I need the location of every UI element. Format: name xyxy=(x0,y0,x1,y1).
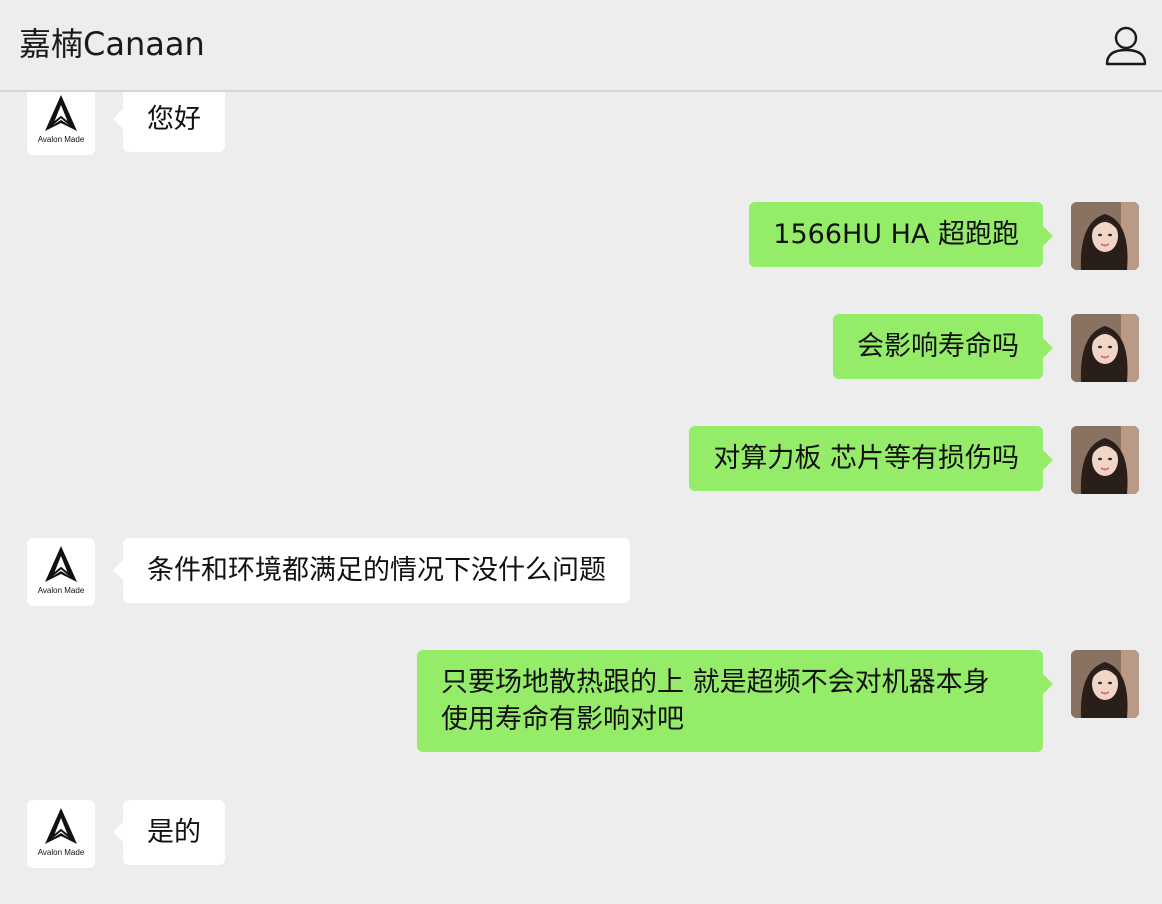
user-photo xyxy=(1071,650,1139,718)
message-line: 只要场地散热跟的上 就是超频不会对机器本身 xyxy=(441,667,990,698)
message-bubble-received[interactable]: 是的 xyxy=(113,800,225,865)
message-line: 使用寿命有影响对吧 xyxy=(441,704,684,735)
user-photo xyxy=(1071,314,1139,382)
user-photo xyxy=(1071,202,1139,270)
message-bubble-received[interactable]: 您好 xyxy=(113,92,225,152)
avatar-logo-text: Avalon Made xyxy=(37,848,85,857)
user-avatar[interactable] xyxy=(1071,202,1139,270)
message-bubble-sent[interactable]: 对算力板 芯片等有损伤吗 xyxy=(689,426,1053,491)
user-avatar[interactable] xyxy=(1071,314,1139,382)
avatar-logo-text: Avalon Made xyxy=(37,135,85,144)
message-bubble-sent[interactable]: 只要场地散热跟的上 就是超频不会对机器本身 使用寿命有影响对吧 xyxy=(417,650,1053,752)
contact-avatar[interactable]: Avalon Made xyxy=(27,538,95,606)
user-avatar[interactable] xyxy=(1071,650,1139,718)
person-outline-icon[interactable] xyxy=(1104,24,1148,68)
user-avatar[interactable] xyxy=(1071,426,1139,494)
user-photo xyxy=(1071,426,1139,494)
avalon-logo-icon xyxy=(45,95,77,131)
message-list[interactable]: Avalon Made 您好 1566HU HA 超跑跑 会影响寿命吗 对算力板… xyxy=(0,92,1162,904)
message-bubble-received[interactable]: 条件和环境都满足的情况下没什么问题 xyxy=(113,538,630,603)
avatar-logo-text: Avalon Made xyxy=(37,586,85,595)
contact-avatar[interactable]: Avalon Made xyxy=(27,92,95,155)
message-bubble-sent[interactable]: 会影响寿命吗 xyxy=(833,314,1053,379)
message-bubble-sent[interactable]: 1566HU HA 超跑跑 xyxy=(749,202,1053,267)
contact-avatar[interactable]: Avalon Made xyxy=(27,800,95,868)
chat-header: 嘉楠Canaan xyxy=(0,0,1162,92)
chat-title: 嘉楠Canaan xyxy=(19,25,205,63)
